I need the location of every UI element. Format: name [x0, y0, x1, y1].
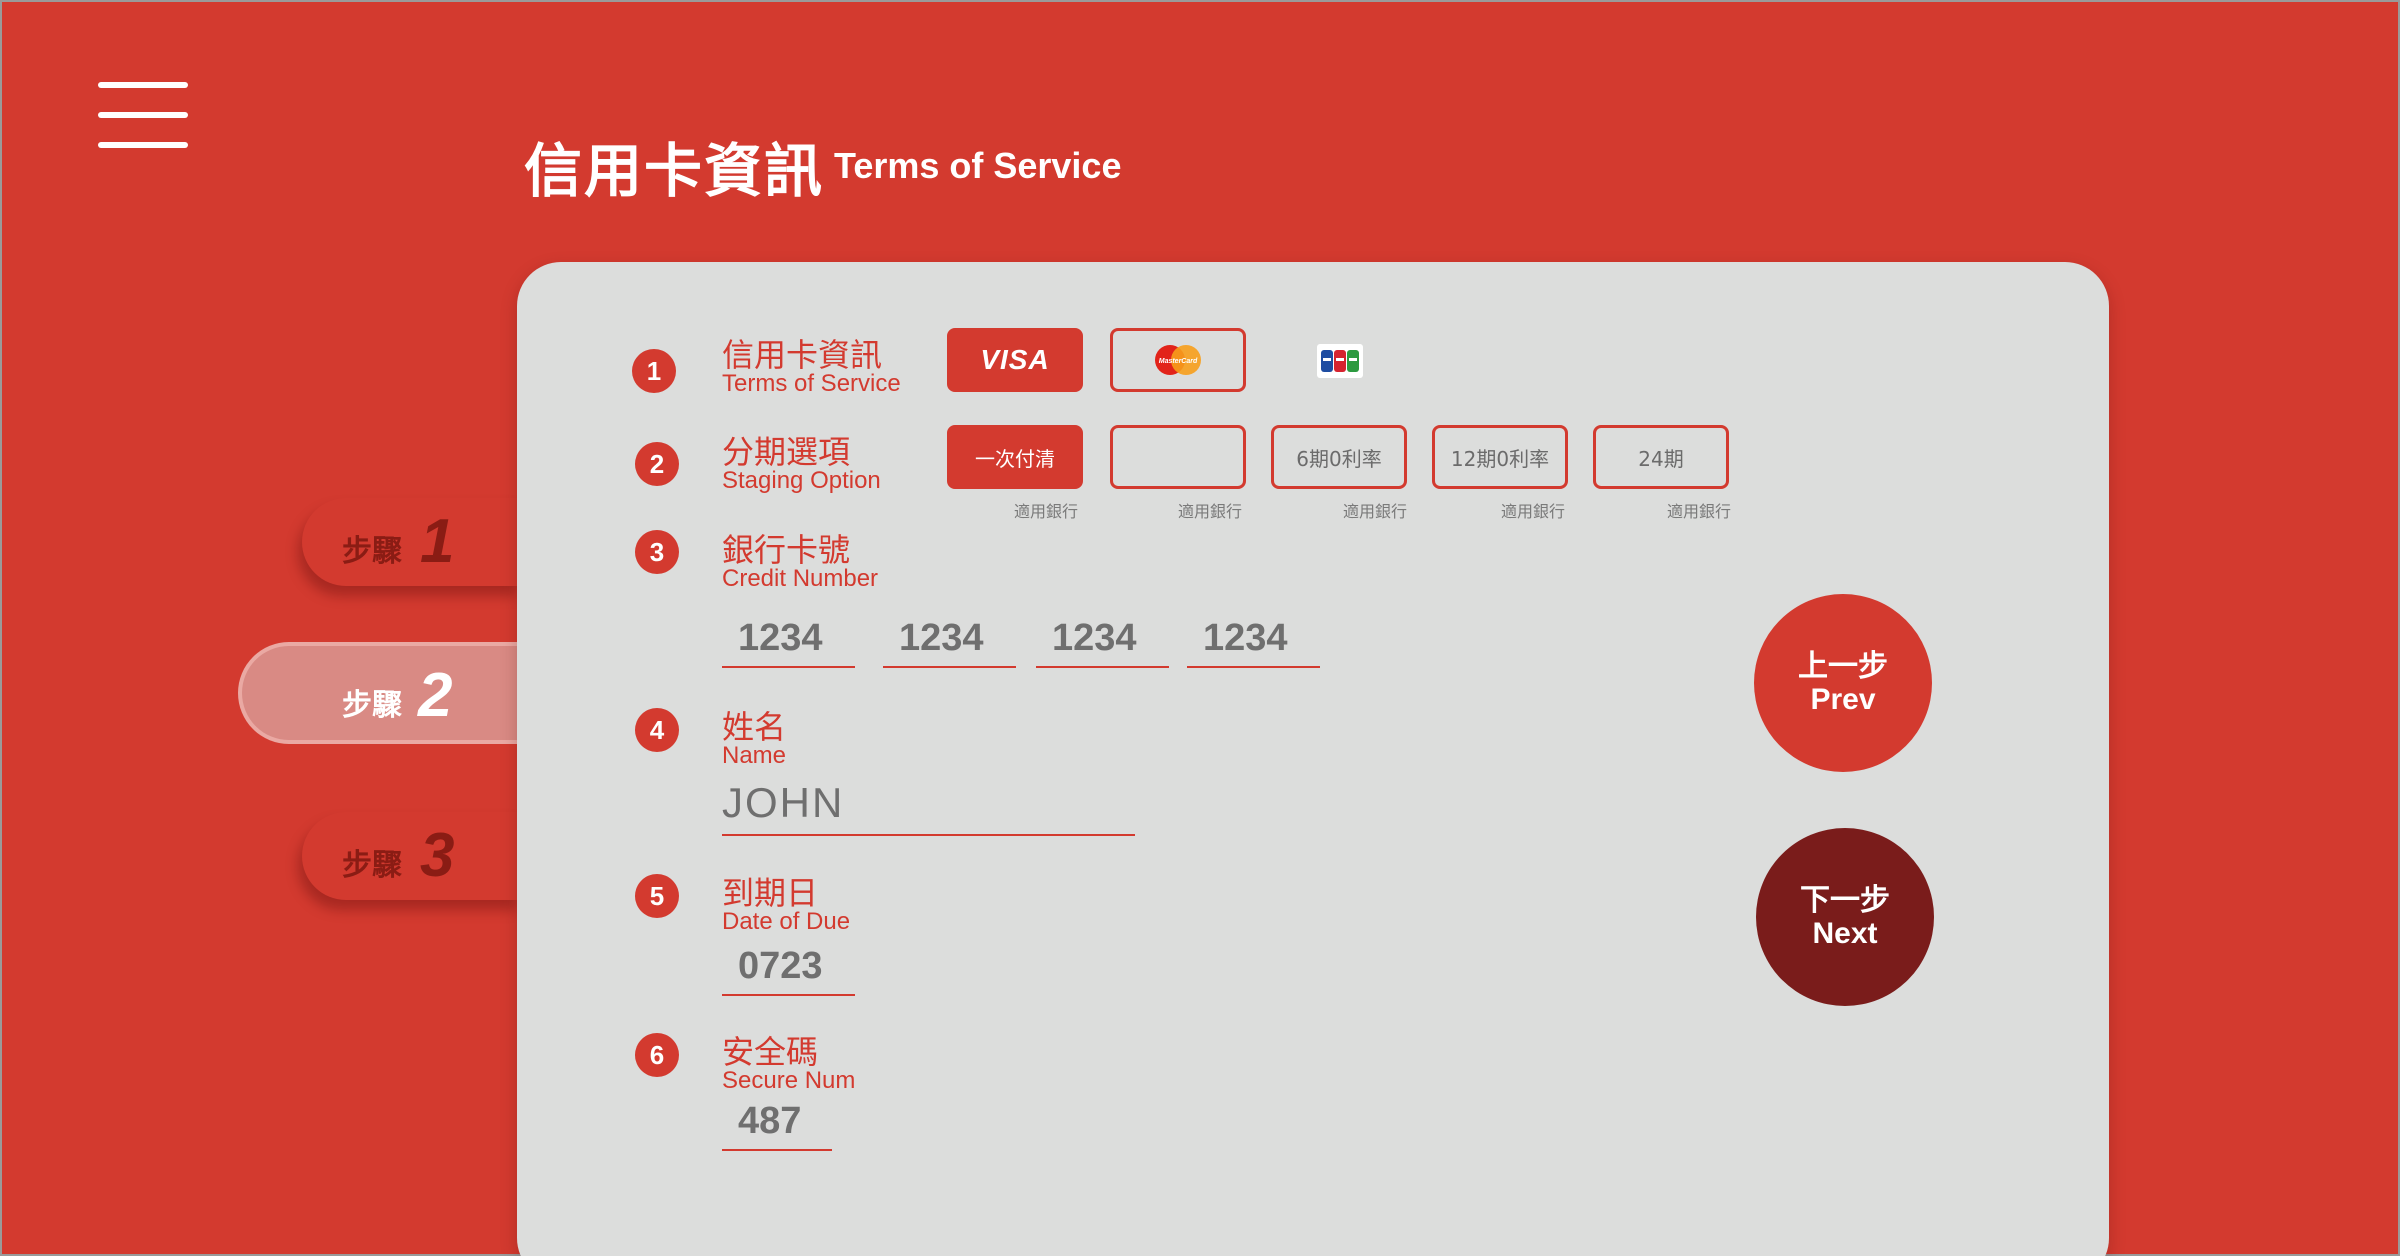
- step-label: 步驟: [342, 848, 402, 883]
- prev-button[interactable]: 上一步 Prev: [1754, 594, 1932, 772]
- applicable-banks-note[interactable]: 適用銀行: [1667, 498, 1731, 522]
- step-number: 2: [418, 661, 453, 730]
- secure-number-field[interactable]: [722, 1093, 832, 1151]
- row-number-badge: 1: [632, 349, 676, 393]
- credit-number-field-3[interactable]: [1036, 610, 1169, 668]
- page-title: 信用卡資訊: [524, 137, 825, 205]
- menu-line: [98, 82, 188, 88]
- mastercard-logo-text: MasterCard: [1159, 358, 1198, 365]
- row-title-en: Secure Num: [722, 1067, 856, 1094]
- mastercard-card-button[interactable]: MasterCard: [1110, 328, 1246, 392]
- row-title-en: Date of Due: [722, 908, 851, 935]
- option-12-installments[interactable]: 12期0利率: [1432, 425, 1568, 489]
- prev-label-en: Prev: [1810, 683, 1876, 716]
- hamburger-menu-icon[interactable]: [98, 82, 188, 148]
- step-label: 步驟: [342, 534, 402, 569]
- page-subtitle: Terms of Service: [834, 145, 1122, 186]
- step-tab-3[interactable]: 步驟 3: [302, 812, 522, 900]
- menu-line: [98, 142, 188, 148]
- row-title-en: Staging Option: [722, 467, 881, 494]
- step-label: 步驟: [342, 688, 402, 723]
- option-6-installments[interactable]: 6期0利率: [1271, 425, 1407, 489]
- credit-number-field-1[interactable]: [722, 610, 855, 668]
- next-label-en: Next: [1812, 917, 1878, 950]
- row-title-en: Terms of Service: [722, 370, 901, 397]
- option-full-payment[interactable]: 一次付清: [947, 425, 1083, 489]
- step-tab-1[interactable]: 步驟 1: [302, 498, 522, 586]
- applicable-banks-note[interactable]: 適用銀行: [1343, 498, 1407, 522]
- step-tab-2-active[interactable]: 步驟 2: [238, 642, 528, 744]
- row-title-en: Name: [722, 742, 787, 769]
- next-button[interactable]: 下一步 Next: [1756, 828, 1934, 1006]
- row-number-badge: 3: [635, 530, 679, 574]
- jcb-logo-icon: [1317, 344, 1363, 378]
- option-24-installments[interactable]: 24期: [1593, 425, 1729, 489]
- jcb-card-button[interactable]: [1317, 344, 1363, 383]
- row-number-badge: 6: [635, 1033, 679, 1077]
- row-number-badge: 5: [635, 874, 679, 918]
- visa-card-button[interactable]: VISA: [947, 328, 1083, 392]
- row-number-badge: 4: [635, 708, 679, 752]
- row-number-badge: 2: [635, 442, 679, 486]
- step-number: 3: [420, 821, 455, 890]
- row-title-en: Credit Number: [722, 565, 879, 592]
- credit-number-field-4[interactable]: [1187, 610, 1320, 668]
- due-date-field[interactable]: [722, 938, 855, 996]
- visa-logo: VISA: [980, 344, 1050, 375]
- next-label-zh: 下一步: [1800, 883, 1890, 918]
- applicable-banks-note[interactable]: 適用銀行: [1014, 498, 1078, 522]
- prev-label-zh: 上一步: [1798, 649, 1888, 684]
- applicable-banks-note[interactable]: 適用銀行: [1501, 498, 1565, 522]
- name-field[interactable]: [722, 772, 1135, 836]
- applicable-banks-note[interactable]: 適用銀行: [1178, 498, 1242, 522]
- menu-line: [98, 112, 188, 118]
- credit-number-field-2[interactable]: [883, 610, 1016, 668]
- step-number: 1: [420, 507, 455, 576]
- option-blank[interactable]: [1110, 425, 1246, 489]
- mastercard-logo-icon: MasterCard: [1155, 345, 1201, 375]
